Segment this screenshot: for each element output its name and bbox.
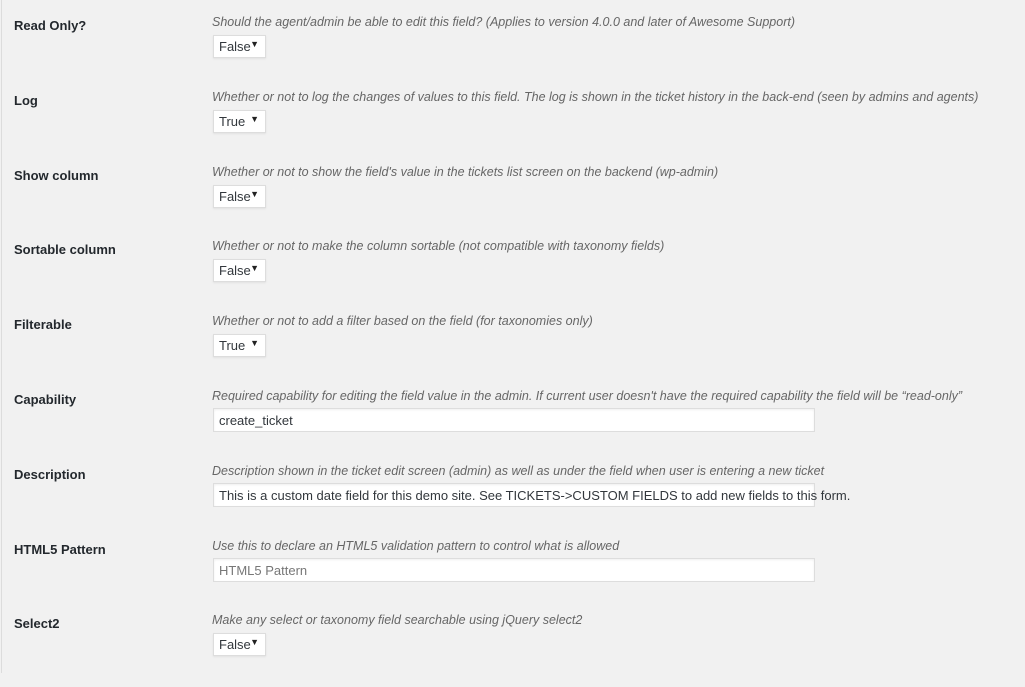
field-description: Whether or not to log the changes of val… bbox=[212, 89, 979, 104]
field-label: Filterable bbox=[14, 317, 72, 333]
log-select[interactable]: True ▼ bbox=[213, 109, 266, 133]
field-row-filterable: Filterable Whether or not to add a filte… bbox=[0, 313, 1025, 388]
caret-down-icon: ▼ bbox=[250, 39, 259, 49]
select-value: False bbox=[219, 39, 251, 54]
input-value: This is a custom date field for this dem… bbox=[219, 487, 851, 503]
field-label: HTML5 Pattern bbox=[14, 541, 106, 557]
select-value: True bbox=[219, 338, 246, 354]
field-row-show-column: Show column Whether or not to show the f… bbox=[0, 164, 1025, 239]
field-description: Should the agent/admin be able to edit t… bbox=[212, 15, 796, 29]
filterable-select[interactable]: True ▼ bbox=[213, 334, 266, 358]
show-column-select[interactable]: False ▼ bbox=[213, 184, 266, 208]
field-label: Description bbox=[14, 466, 86, 482]
input-placeholder: HTML5 Pattern bbox=[219, 562, 308, 578]
field-row-description: Description Description shown in the tic… bbox=[0, 463, 1025, 538]
field-row-read-only: Read Only? Should the agent/admin be abl… bbox=[0, 14, 1025, 89]
select-value: False bbox=[219, 188, 251, 204]
field-description: Make any select or taxonomy field search… bbox=[212, 613, 583, 628]
field-description: Whether or not to add a filter based on … bbox=[212, 314, 593, 329]
description-input[interactable]: This is a custom date field for this dem… bbox=[213, 482, 850, 507]
field-description: Required capability for editing the fiel… bbox=[212, 388, 963, 403]
capability-input[interactable]: create_ticket bbox=[213, 407, 815, 432]
field-row-log: Log Whether or not to log the changes of… bbox=[0, 89, 1025, 164]
select-value: True bbox=[219, 113, 246, 129]
caret-down-icon: ▼ bbox=[250, 113, 259, 124]
caret-down-icon: ▼ bbox=[250, 188, 259, 199]
sortable-column-select[interactable]: False ▼ bbox=[213, 259, 266, 283]
field-description: Whether or not to make the column sortab… bbox=[212, 239, 665, 254]
field-row-html5-pattern: HTML5 Pattern Use this to declare an HTM… bbox=[0, 538, 1025, 613]
field-label: Show column bbox=[14, 167, 99, 183]
field-description: Use this to declare an HTML5 validation … bbox=[212, 538, 620, 553]
read-only-select[interactable]: False ▼ bbox=[213, 35, 266, 58]
field-description: Whether or not to show the field's value… bbox=[212, 164, 719, 179]
select2-select[interactable]: False ▼ bbox=[213, 633, 266, 657]
field-label: Select2 bbox=[14, 616, 60, 632]
caret-down-icon: ▼ bbox=[250, 637, 259, 648]
html5-pattern-input[interactable]: HTML5 Pattern bbox=[213, 557, 815, 582]
select-value: False bbox=[219, 263, 251, 279]
select-value: False bbox=[219, 637, 251, 653]
field-row-sortable-column: Sortable column Whether or not to make t… bbox=[0, 238, 1025, 313]
field-row-select2: Select2 Make any select or taxonomy fiel… bbox=[0, 612, 1025, 687]
field-settings-list: Read Only? Should the agent/admin be abl… bbox=[0, 14, 1025, 687]
field-label: Capability bbox=[14, 391, 77, 407]
field-description: Description shown in the ticket edit scr… bbox=[212, 463, 825, 478]
input-value: create_ticket bbox=[219, 412, 293, 428]
caret-down-icon: ▼ bbox=[250, 263, 259, 274]
field-label: Read Only? bbox=[14, 18, 87, 33]
field-label: Sortable column bbox=[14, 242, 116, 258]
caret-down-icon: ▼ bbox=[250, 338, 259, 349]
field-row-capability: Capability Required capability for editi… bbox=[0, 388, 1025, 463]
field-label: Log bbox=[14, 92, 38, 108]
